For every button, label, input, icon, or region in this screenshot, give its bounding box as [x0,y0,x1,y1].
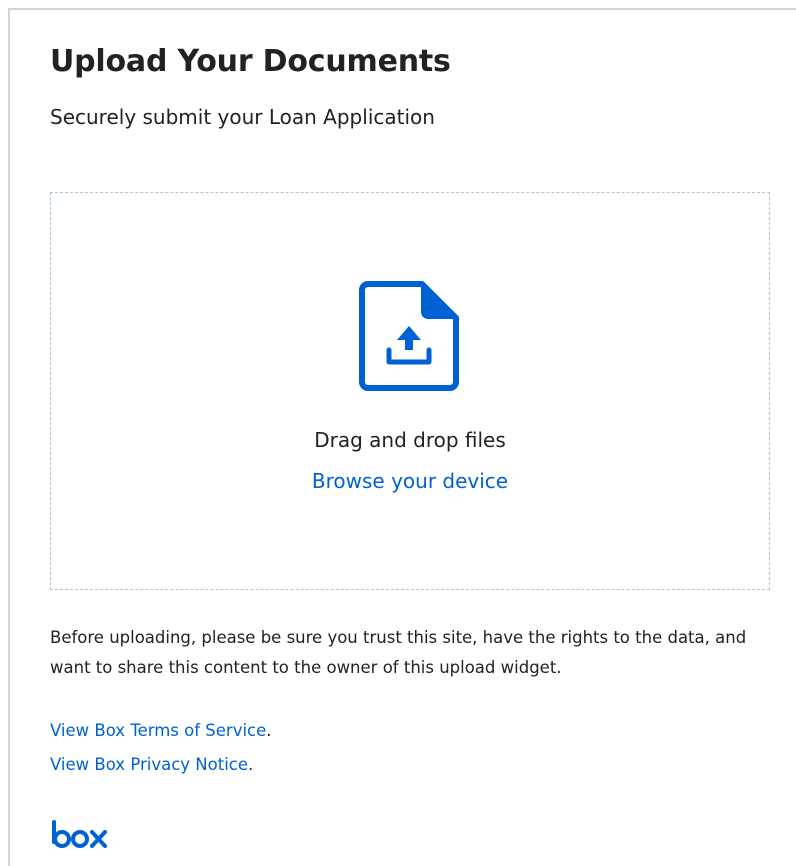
privacy-line: View Box Privacy Notice. [50,750,253,780]
drag-drop-text: Drag and drop files [314,428,506,452]
box-logo [52,820,107,848]
terms-period: . [266,721,272,740]
terms-of-service-link[interactable]: View Box Terms of Service [50,721,266,740]
privacy-notice-link[interactable]: View Box Privacy Notice [50,755,248,774]
privacy-period: . [248,755,254,774]
browse-device-link[interactable]: Browse your device [0,469,796,493]
upload-disclaimer: Before uploading, please be sure you tru… [50,628,747,677]
file-upload-icon [359,281,459,391]
terms-line: View Box Terms of Service. [50,716,272,746]
page-subtitle: Securely submit your Loan Application [50,105,435,129]
page-title: Upload Your Documents [50,44,451,79]
